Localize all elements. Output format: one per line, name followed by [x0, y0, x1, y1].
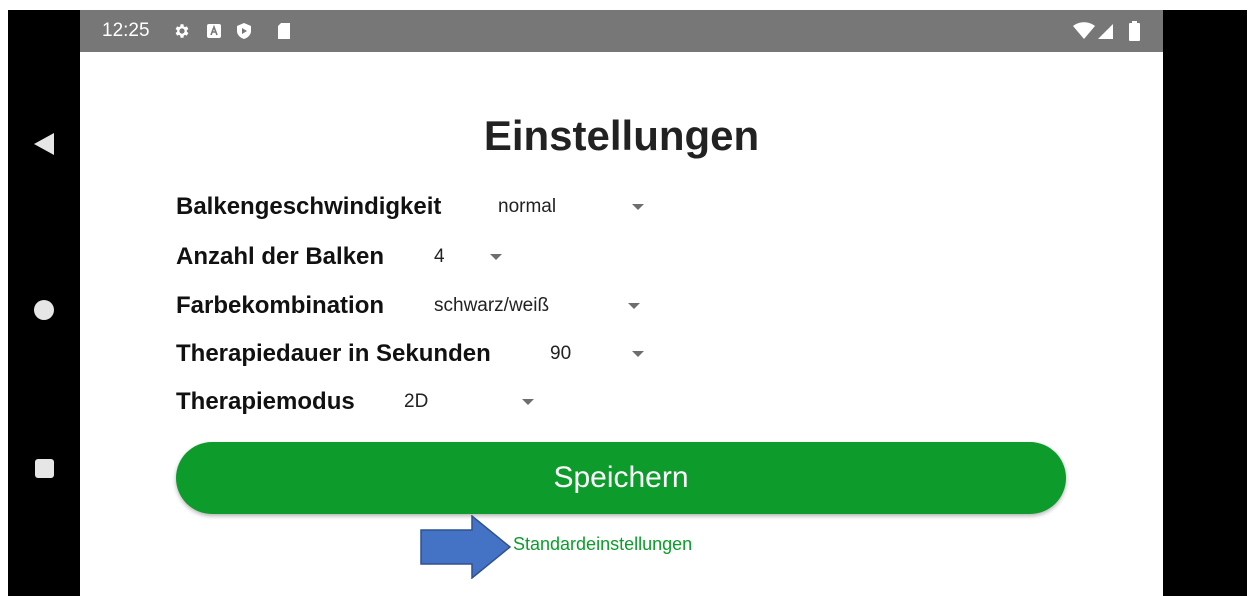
setting-label: Farbekombination — [176, 292, 385, 319]
back-button[interactable] — [8, 124, 80, 164]
therapy-duration-dropdown[interactable]: 90 — [550, 334, 660, 374]
battery-icon — [1127, 21, 1141, 41]
save-button[interactable]: Speichern — [176, 442, 1066, 514]
dropdown-value: 2D — [404, 391, 429, 412]
setting-color-combination: Farbekombination schwarz/weiß — [176, 286, 640, 326]
settings-screen: Einstellungen Balkengeschwindigkeit norm… — [80, 52, 1163, 596]
dropdown-arrow-icon — [490, 254, 502, 260]
dropdown-value: 4 — [434, 246, 445, 267]
a-badge-icon — [205, 21, 223, 41]
bar-speed-dropdown[interactable]: normal — [498, 187, 658, 227]
wifi-icon — [1072, 21, 1096, 41]
dropdown-value: schwarz/weiß — [434, 295, 550, 316]
dropdown-value: normal — [498, 196, 557, 217]
navigation-bar — [8, 10, 80, 596]
setting-therapy-duration: Therapiedauer in Sekunden 90 — [176, 334, 644, 374]
sd-card-icon — [276, 21, 292, 41]
therapy-mode-dropdown[interactable]: 2D — [404, 382, 544, 422]
color-combination-dropdown[interactable]: schwarz/weiß — [434, 286, 654, 326]
device-screen: 12:25 Einstellungen Balkengeschwindigkei… — [0, 0, 1257, 596]
dropdown-value: 90 — [550, 343, 572, 364]
setting-label: Balkengeschwindigkeit — [176, 193, 442, 220]
default-settings-link[interactable]: Standardeinstellungen — [513, 534, 692, 555]
settings-icon — [172, 21, 192, 41]
setting-bar-speed: Balkengeschwindigkeit normal — [176, 187, 644, 227]
setting-label: Anzahl der Balken — [176, 243, 385, 270]
setting-label: Therapiemodus — [176, 388, 355, 415]
setting-label: Therapiedauer in Sekunden — [176, 340, 491, 367]
shield-play-icon — [234, 21, 254, 41]
recents-button[interactable] — [8, 448, 80, 488]
dropdown-arrow-icon — [522, 399, 534, 405]
annotation-arrow-icon — [420, 515, 512, 579]
setting-therapy-mode: Therapiemodus 2D — [176, 382, 534, 422]
screen-edge — [1163, 10, 1247, 596]
status-clock: 12:25 — [102, 20, 150, 41]
bar-count-dropdown[interactable]: 4 — [434, 237, 524, 277]
dropdown-arrow-icon — [632, 351, 644, 357]
page-title: Einstellungen — [483, 112, 760, 159]
back-icon — [34, 133, 54, 155]
recents-icon — [34, 458, 54, 478]
dropdown-arrow-icon — [628, 303, 640, 309]
setting-bar-count: Anzahl der Balken 4 — [176, 237, 502, 277]
dropdown-arrow-icon — [632, 204, 644, 210]
home-icon — [34, 300, 54, 320]
status-bar: 12:25 — [80, 10, 1163, 52]
signal-icon — [1098, 21, 1114, 41]
home-button[interactable] — [8, 290, 80, 330]
